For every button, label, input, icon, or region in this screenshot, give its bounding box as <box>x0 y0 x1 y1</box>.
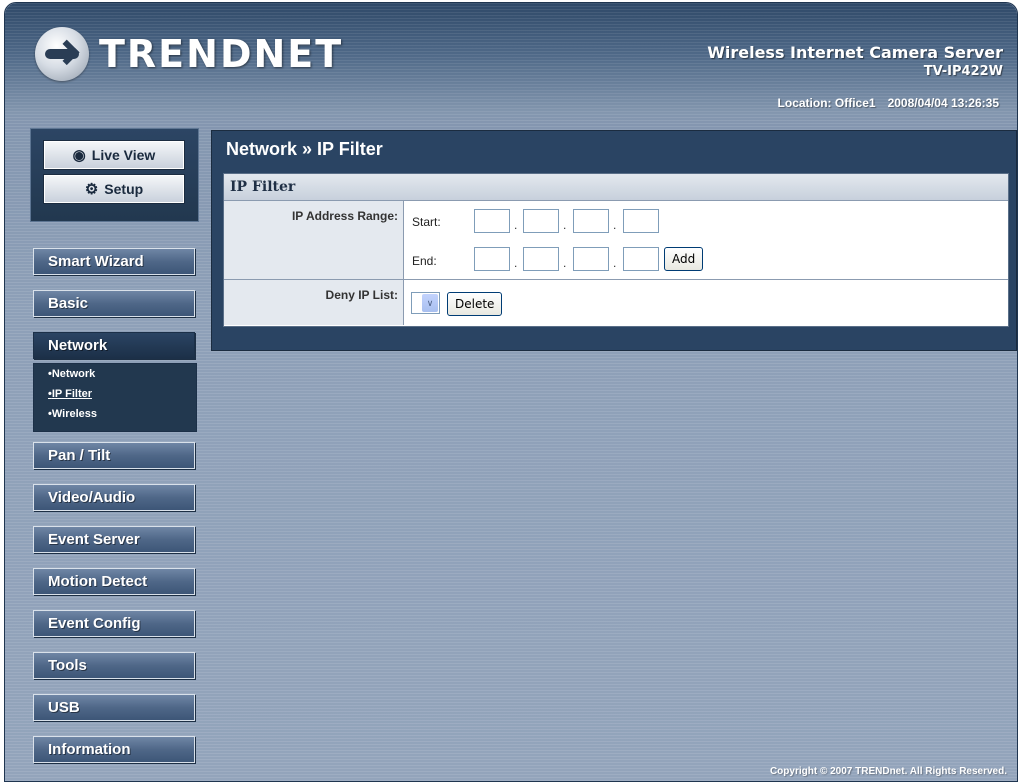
nav-network[interactable]: Network <box>33 332 195 359</box>
status-line: Location: Office1 2008/04/04 13:26:35 <box>778 96 999 110</box>
setup-label: Setup <box>104 181 144 197</box>
add-button[interactable]: Add <box>664 247 704 271</box>
dot-separator: . <box>563 218 567 232</box>
eye-icon: ◉ <box>72 147 86 164</box>
product-model: TV-IP422W <box>923 64 1003 79</box>
deny-ip-label: Deny IP List: <box>224 280 404 325</box>
submenu-ip-filter[interactable]: IP Filter <box>34 384 196 404</box>
live-view-button[interactable]: ◉ Live View <box>44 141 184 169</box>
nav-event-server[interactable]: Event Server <box>33 526 195 553</box>
ip-filter-box: IP Filter IP Address Range: Start: . . .… <box>223 173 1009 327</box>
network-submenu: Network IP Filter Wireless <box>33 363 197 432</box>
setup-button[interactable]: ⚙ Setup <box>44 175 184 203</box>
deny-ip-row: Deny IP List: ∨ Delete <box>224 280 1008 325</box>
nav-event-config[interactable]: Event Config <box>33 610 195 637</box>
copyright-text: Copyright © 2007 TRENDnet. All Rights Re… <box>769 766 1007 777</box>
nav-tools[interactable]: Tools <box>33 652 195 679</box>
deny-ip-select[interactable]: ∨ <box>411 292 440 314</box>
start-ip-octet-3[interactable] <box>573 209 609 233</box>
dot-separator: . <box>514 256 518 270</box>
location-text: Location: Office1 <box>777 96 876 110</box>
dot-separator: . <box>613 218 617 232</box>
nav-information[interactable]: Information <box>33 736 195 763</box>
nav-usb[interactable]: USB <box>33 694 195 721</box>
dot-separator: . <box>613 256 617 270</box>
ip-range-row: IP Address Range: Start: . . . End: . . … <box>224 201 1008 280</box>
logo: TRENDNET <box>35 27 343 81</box>
end-label: End: <box>412 254 437 268</box>
trendnet-logo-icon <box>35 27 89 81</box>
nav-motion-detect[interactable]: Motion Detect <box>33 568 195 595</box>
product-info: Wireless Internet Camera Server TV-IP422… <box>707 43 1003 79</box>
nav-basic[interactable]: Basic <box>33 290 195 317</box>
end-ip-octet-3[interactable] <box>573 247 609 271</box>
end-ip-octet-4[interactable] <box>623 247 659 271</box>
end-ip-octet-1[interactable] <box>474 247 510 271</box>
mode-panel: ◉ Live View ⚙ Setup <box>30 128 199 222</box>
delete-button[interactable]: Delete <box>447 292 503 316</box>
dot-separator: . <box>563 256 567 270</box>
section-title: IP Filter <box>224 174 1008 201</box>
app-frame: TRENDNET Wireless Internet Camera Server… <box>4 2 1018 782</box>
nav-smart-wizard[interactable]: Smart Wizard <box>33 248 195 275</box>
chevron-down-icon: ∨ <box>422 294 438 312</box>
page-title: Network » IP Filter <box>226 139 383 159</box>
submenu-network[interactable]: Network <box>34 364 196 384</box>
header: TRENDNET Wireless Internet Camera Server… <box>5 3 1017 115</box>
logo-text: TRENDNET <box>99 32 344 76</box>
start-ip-octet-2[interactable] <box>523 209 559 233</box>
nav-video-audio[interactable]: Video/Audio <box>33 484 195 511</box>
dot-separator: . <box>514 218 518 232</box>
product-name: Wireless Internet Camera Server <box>707 43 1003 62</box>
start-ip-octet-1[interactable] <box>474 209 510 233</box>
content-panel: Network » IP Filter IP Filter IP Address… <box>211 130 1017 351</box>
nav-pan-tilt[interactable]: Pan / Tilt <box>33 442 195 469</box>
end-ip-octet-2[interactable] <box>523 247 559 271</box>
submenu-wireless[interactable]: Wireless <box>34 404 196 424</box>
start-label: Start: <box>412 215 441 229</box>
datetime-text: 2008/04/04 13:26:35 <box>887 96 999 110</box>
gears-icon: ⚙ <box>84 181 99 198</box>
ip-range-label: IP Address Range: <box>224 201 404 279</box>
live-view-label: Live View <box>91 147 156 163</box>
start-ip-octet-4[interactable] <box>623 209 659 233</box>
